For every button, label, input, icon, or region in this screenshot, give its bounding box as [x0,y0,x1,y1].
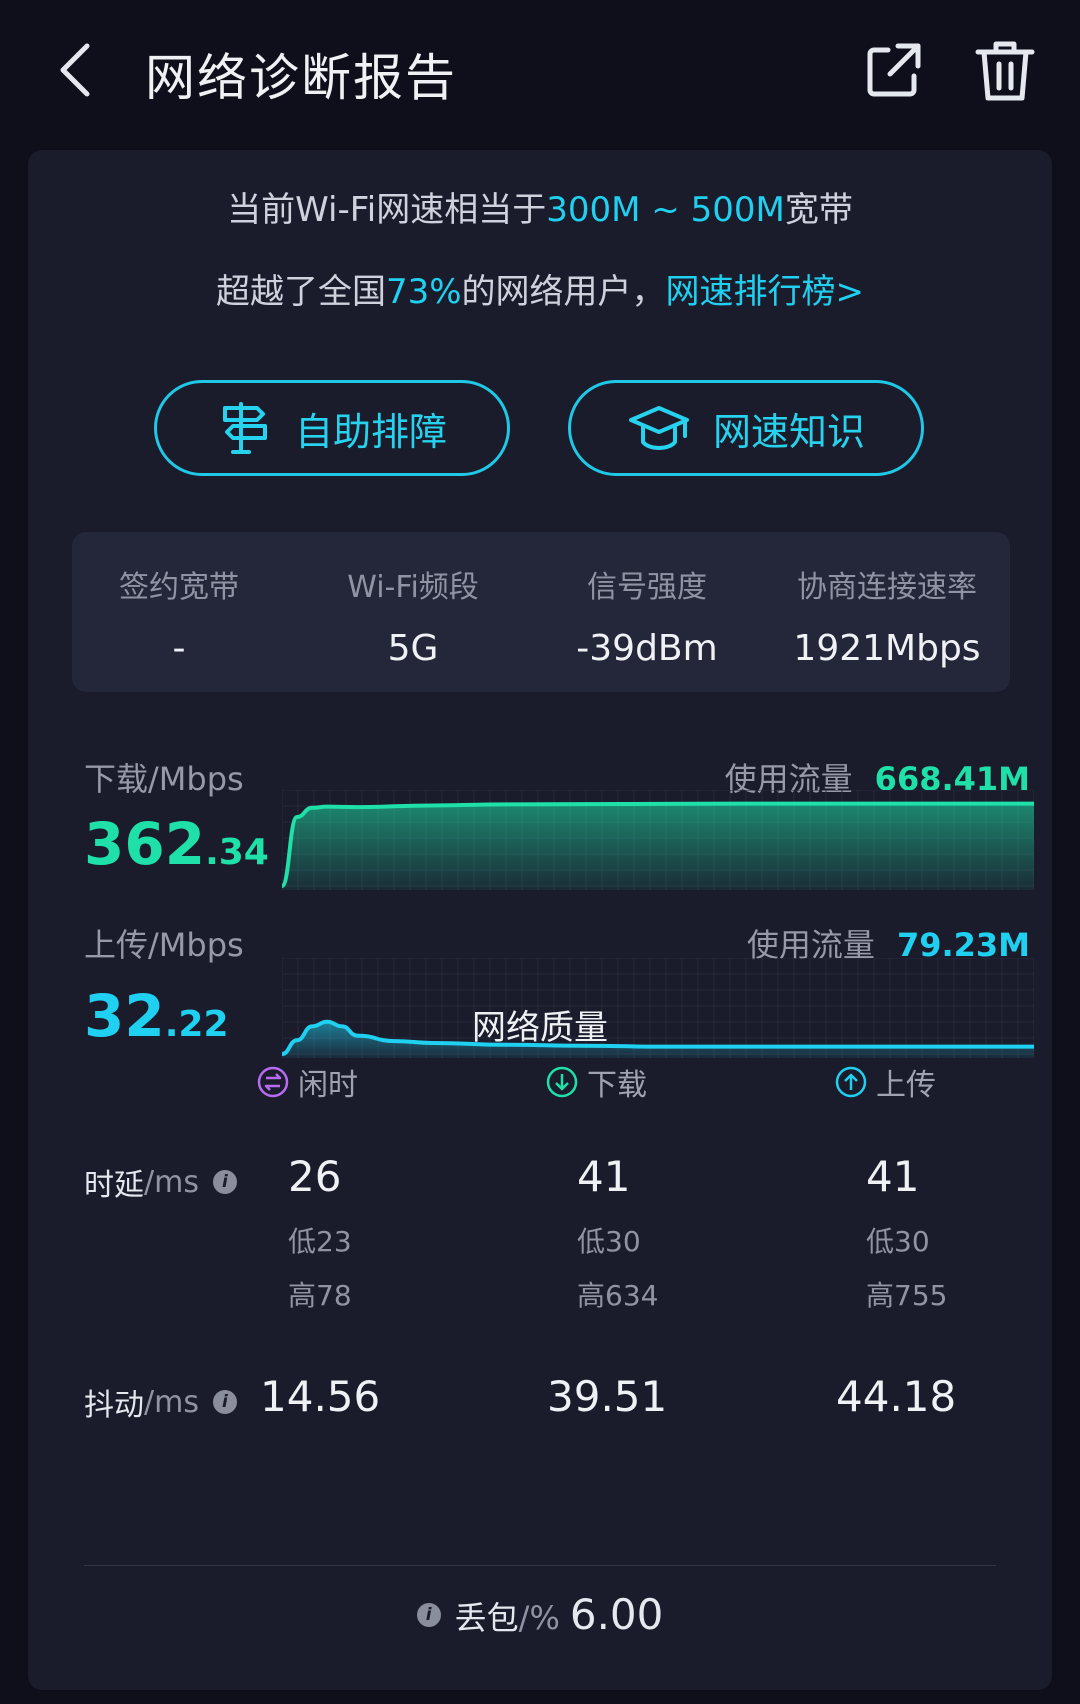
header: 网络诊断报告 [0,0,1080,150]
column-label: 上传 [876,1068,936,1103]
column-download: 下载 [545,1060,647,1104]
self-help-label: 自助排障 [294,409,447,454]
packet-loss-label: 丢包 [454,1599,519,1637]
latency-upload-high: 高755 [866,1279,948,1312]
stat-value: - [172,628,186,669]
speed-equivalent-range: 300M ~ 500M [546,190,785,230]
share-icon [867,43,921,97]
column-upload: 上传 [834,1060,936,1104]
speed-knowledge-label: 网速知识 [712,409,865,454]
stat-label: 信号强度 [587,570,707,605]
share-button[interactable] [858,36,928,106]
trash-icon [975,41,1035,101]
rank-prefix: 超越了全国 [215,272,386,312]
speed-equivalent-text: 当前Wi-Fi网速相当于300M ~ 500M宽带 [28,182,1052,231]
packet-loss: i 丢包/% 6.00 [28,1590,1052,1639]
latency-label-text: 时延 [84,1168,144,1203]
rank-percent: 73% [385,272,462,312]
packet-loss-value: 6.00 [569,1590,664,1639]
report-card: 当前Wi-Fi网速相当于300M ~ 500M宽带 超越了全国73%的网络用户，… [28,150,1052,1690]
stat-link-rate: 协商连接速率 1921Mbps [774,562,1000,669]
stat-wifi-band: Wi-Fi频段 5G [308,562,518,669]
column-label: 闲时 [298,1068,358,1103]
jitter-unit: /ms [144,1384,199,1420]
jitter-info-icon[interactable]: i [212,1390,237,1414]
download-chart [282,790,1034,890]
upload-label: 上传/Mbps [84,926,244,964]
speed-knowledge-button[interactable]: 网速知识 [568,380,924,476]
download-speed: 362.34 [84,810,269,878]
download-speed-dec: .34 [205,832,269,873]
jitter-label-text: 抖动 [84,1388,144,1423]
latency-download-high: 高634 [577,1279,659,1312]
signpost-icon [222,402,267,454]
download-label: 下载/Mbps [84,760,244,798]
latency-upload-value: 41 [866,1152,920,1201]
page-title: 网络诊断报告 [145,49,457,107]
self-help-button[interactable]: 自助排障 [154,380,510,476]
stat-contracted-bandwidth: 签约宽带 - [86,562,272,669]
latency-idle-high: 高78 [288,1279,352,1312]
graduation-cap-icon [628,406,689,450]
chevron-left-icon [60,43,90,97]
stat-value: 5G [387,628,439,669]
download-speed-int: 362 [84,810,206,878]
latency-idle-low: 低23 [288,1225,352,1258]
latency-idle-value: 26 [288,1152,342,1201]
stat-value: -39dBm [576,628,718,669]
arrow-down-circle-icon [546,1066,578,1098]
latency-upload-low: 低30 [866,1225,930,1258]
latency-download-low: 低30 [577,1225,641,1258]
rank-text: 超越了全国73%的网络用户，网速排行榜> [28,264,1052,313]
stat-signal-strength: 信号强度 -39dBm [542,562,752,669]
stat-label: Wi-Fi频段 [347,570,479,605]
arrow-up-circle-icon [835,1066,867,1098]
latency-info-icon[interactable]: i [212,1170,237,1194]
jitter-upload-value: 44.18 [836,1372,957,1421]
rank-suffix: 的网络用户， [461,272,666,312]
stat-value: 1921Mbps [793,628,981,669]
connection-stats: 签约宽带 - Wi-Fi频段 5G 信号强度 -39dBm 协商连接速率 192… [72,532,1010,692]
back-button[interactable] [40,30,110,110]
column-label: 下载 [587,1068,647,1103]
divider [84,1565,996,1566]
speed-equivalent-suffix: 宽带 [784,190,853,230]
latency-label: 时延/ms i [84,1160,237,1204]
stat-label: 协商连接速率 [797,570,977,605]
latency-download-value: 41 [577,1152,631,1201]
jitter-label: 抖动/ms i [84,1380,237,1424]
delete-button[interactable] [970,36,1040,106]
speed-ranking-link[interactable]: 网速排行榜> [666,272,865,312]
speed-equivalent-prefix: 当前Wi-Fi网速相当于 [227,190,547,230]
jitter-download-value: 39.51 [547,1372,668,1421]
packet-loss-unit: /% [518,1599,560,1637]
latency-unit: /ms [144,1164,199,1200]
quality-title: 网络质量 [472,1008,608,1048]
swap-icon [257,1066,289,1098]
download-series-area [282,803,1034,890]
stat-label: 签约宽带 [119,570,239,605]
column-idle: 闲时 [256,1060,358,1104]
packet-loss-info-icon[interactable]: i [416,1602,441,1627]
jitter-idle-value: 14.56 [260,1372,381,1421]
